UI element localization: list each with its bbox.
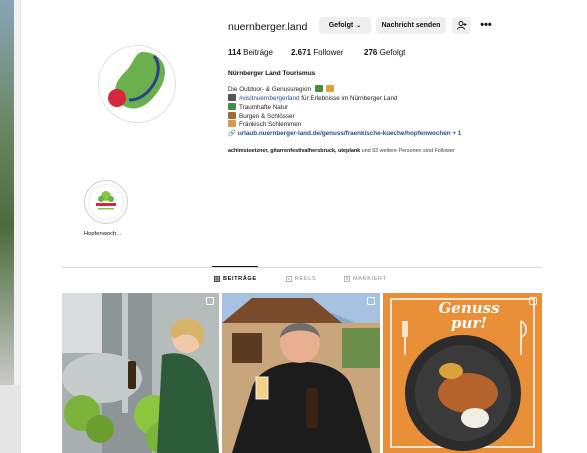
reels-icon [286, 276, 292, 282]
bio-line-1: Die Outdoor- & Genussregion [228, 85, 337, 93]
bio-line-2-text: für Erlebnisse im Nürnberger Land [299, 95, 398, 102]
bio-line-5: Fränkisch Schlemmen [228, 120, 301, 128]
post-thumbnail-2[interactable] [222, 293, 380, 453]
tab-active-indicator [212, 266, 258, 267]
following-button-label: Gefolgt [328, 22, 354, 29]
profile-avatar[interactable] [98, 45, 176, 123]
nuernberger-land-logo-icon [108, 52, 165, 109]
tabs-divider [62, 267, 542, 268]
tagged-user-icon [344, 276, 350, 282]
bio-full-name: Nürnberger Land Tourismus [228, 70, 316, 77]
tab-posts[interactable]: BEITRÄGE [214, 276, 257, 282]
tab-tagged[interactable]: MARKIERT [344, 276, 387, 282]
tab-posts-label: BEITRÄGE [223, 276, 257, 282]
following-count-label: Gefolgt [379, 48, 406, 57]
post-thumbnail-1[interactable] [62, 293, 219, 453]
bio-website-link-text: urlaub.nuernberger-land.de/genuss/fraenk… [237, 130, 462, 137]
story-highlight-label: Hopfenwoch... [84, 231, 122, 237]
bio-line-1-text: Die Outdoor- & Genussregion [228, 86, 311, 93]
food-emoji-icon [325, 85, 334, 92]
hops-icon [96, 191, 116, 210]
post-thumbnail-3[interactable]: Genuss pur! [383, 293, 542, 453]
more-options-icon[interactable]: ••• [479, 18, 493, 32]
tab-reels[interactable]: REELS [286, 276, 316, 282]
bio-line-5-text: Fränkisch Schlemmen [239, 121, 302, 128]
following-count[interactable]: 276 Gefolgt [364, 48, 405, 57]
posts-count-label: Beiträge [243, 48, 273, 57]
add-user-button[interactable] [452, 17, 471, 34]
tab-tagged-label: MARKIERT [353, 276, 387, 282]
followers-count[interactable]: 2.671 Follower [291, 48, 344, 57]
followers-count-label: Follower [313, 48, 344, 57]
post-3-overlay-text: Genuss pur! [429, 301, 509, 331]
post-1-image [62, 293, 219, 453]
grid-icon [214, 276, 220, 282]
followed-by-names: achimstoetzner, gitarrenfestivalhersbruc… [228, 148, 361, 154]
carousel-icon [529, 297, 537, 305]
carousel-icon [367, 297, 375, 305]
add-user-icon [456, 21, 466, 30]
bio-website-link[interactable]: 🔗 urlaub.nuernberger-land.de/genuss/fraen… [228, 129, 461, 137]
mountain-emoji-icon [314, 85, 323, 92]
bio-line-3-text: Traumhafte Natur [239, 104, 289, 111]
castle-emoji-icon [228, 112, 236, 119]
followers-count-value: 2.671 [291, 48, 312, 57]
tab-reels-label: REELS [295, 276, 317, 282]
post-2-image [222, 293, 380, 453]
followed-by-text[interactable]: achimstoetzner, gitarrenfestivalhersbruc… [228, 148, 455, 154]
story-highlight[interactable] [84, 180, 128, 224]
background-bottom-left [0, 385, 20, 453]
clapper-emoji-icon [228, 94, 236, 101]
link-icon: 🔗 [228, 130, 236, 137]
tree-emoji-icon [228, 103, 236, 110]
posts-count-value: 114 [228, 48, 241, 57]
chevron-down-icon: ⌄ [356, 23, 362, 29]
carousel-icon [206, 297, 214, 305]
bio-hashtag-link[interactable]: #visitnuernbergerland [239, 95, 300, 102]
bio-line-4-text: Burgen & Schlösser [239, 113, 295, 120]
send-message-button[interactable]: Nachricht senden [376, 17, 446, 34]
posts-count: 114 Beiträge [228, 48, 273, 57]
bio-line-2: #visitnuernbergerland für Erlebnisse im … [228, 94, 398, 102]
bio-line-4: Burgen & Schlösser [228, 112, 295, 120]
followed-by-rest: und 93 weitere Personen sind Follower [360, 148, 455, 154]
story-highlight-cover [88, 184, 124, 220]
bio-line-3: Traumhafte Natur [228, 103, 288, 111]
following-button[interactable]: Gefolgt ⌄ [319, 17, 371, 34]
pie-emoji-icon [228, 120, 236, 127]
following-count-value: 276 [364, 48, 378, 57]
profile-username: nuernberger.land [228, 21, 308, 33]
post-3-title-line-2: pur! [451, 314, 487, 332]
